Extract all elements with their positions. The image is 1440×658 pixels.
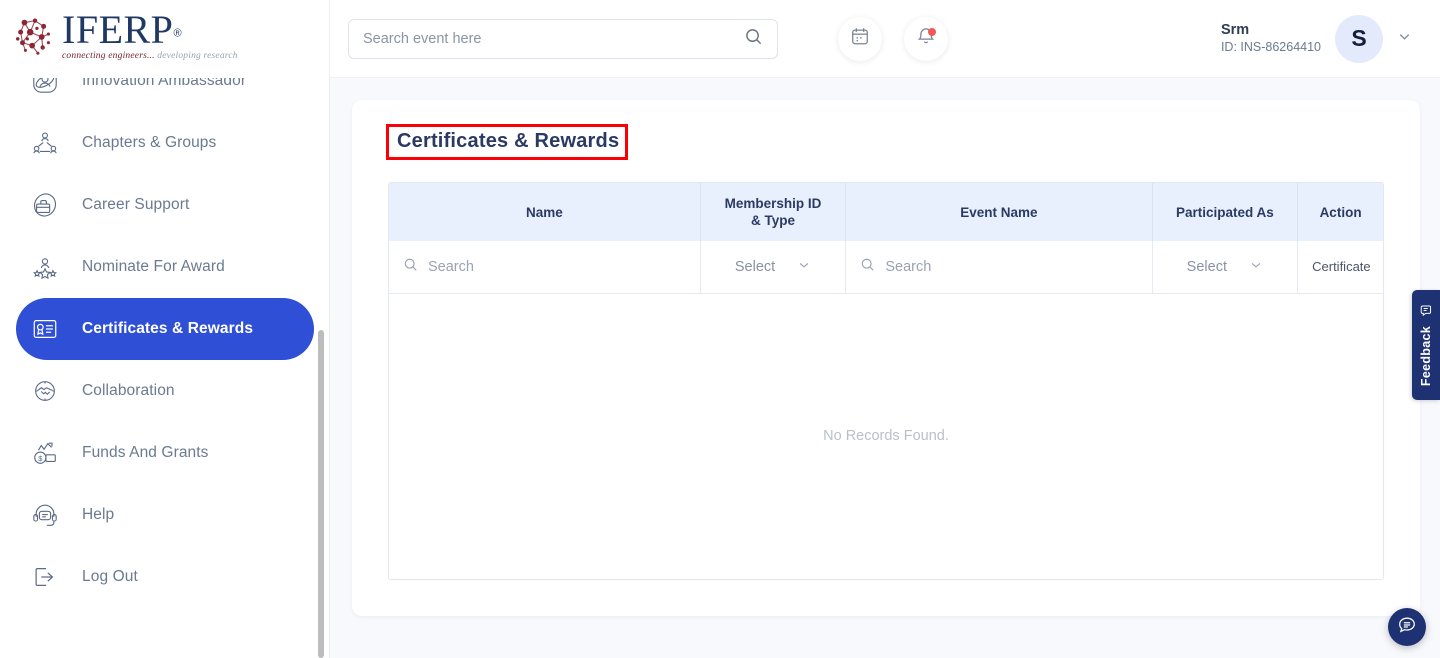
sidebar-item-label: Chapters & Groups (82, 134, 216, 152)
chapters-groups-icon (30, 128, 60, 158)
brand-tagline: connecting engineers... developing resea… (62, 51, 238, 61)
filter-cell-name[interactable]: Search (389, 241, 700, 293)
sidebar-item-chapters-groups[interactable]: Chapters & Groups (16, 112, 314, 174)
registered-mark: ® (173, 28, 181, 40)
handshake-icon (30, 376, 60, 406)
molecule-network-icon (12, 13, 58, 59)
membership-header-line2: & Type (751, 213, 795, 228)
certificates-card: Certificates & Rewards Name Members (352, 100, 1420, 616)
feedback-tab[interactable]: Feedback (1412, 290, 1440, 400)
sidebar-item-career-support[interactable]: Career Support (16, 174, 314, 236)
nominate-award-icon (30, 252, 60, 282)
event-search-placeholder: Search (885, 259, 931, 275)
main-area: Srm ID: INS-86264410 S Certificates & Re… (330, 0, 1440, 658)
calendar-icon (850, 26, 870, 51)
profile-menu[interactable]: Srm ID: INS-86264410 S (1221, 15, 1412, 63)
app-root: IFERP® connecting engineers... developin… (0, 0, 1440, 658)
sidebar-item-log-out[interactable]: Log Out (16, 546, 314, 608)
sidebar-scrollbar[interactable] (318, 330, 324, 658)
column-header-participated-as: Participated As (1152, 183, 1298, 241)
table-body: Search Select (389, 241, 1383, 579)
notifications-button[interactable] (904, 17, 948, 61)
content-area: Certificates & Rewards Name Members (330, 78, 1440, 616)
brand-name: IFERP (62, 7, 173, 52)
profile-id: ID: INS-86264410 (1221, 39, 1321, 56)
sidebar-item-label: Certificates & Rewards (82, 320, 253, 338)
page-title-highlight: Certificates & Rewards (386, 124, 628, 160)
table-header-row: Name Membership ID & Type Event Name Par… (389, 183, 1383, 241)
headset-help-icon (30, 500, 60, 530)
chevron-down-icon (797, 258, 811, 276)
membership-header-line1: Membership ID (725, 196, 822, 211)
feedback-note-icon (1420, 304, 1433, 320)
sidebar-item-label: Nominate For Award (82, 258, 225, 276)
profile-name: Srm (1221, 21, 1321, 39)
brand-logo[interactable]: IFERP® connecting engineers... developin… (0, 0, 330, 78)
table-head: Name Membership ID & Type Event Name Par… (389, 183, 1383, 241)
chevron-down-icon[interactable] (1397, 29, 1412, 48)
sidebar-item-help[interactable]: Help (16, 484, 314, 546)
table-filter-row: Search Select (389, 241, 1383, 293)
sidebar-item-funds-and-grants[interactable]: $ Funds And Grants (16, 422, 314, 484)
filter-cell-event[interactable]: Search (846, 241, 1152, 293)
sidebar-item-label: Funds And Grants (82, 444, 209, 462)
search-icon[interactable] (744, 27, 763, 51)
column-header-name: Name (389, 183, 700, 241)
chat-support-button[interactable] (1388, 608, 1426, 646)
chat-bubble-icon (1397, 615, 1417, 640)
calendar-button[interactable] (838, 17, 882, 61)
sidebar-nav-scroll-area[interactable]: Innovation Ambassador Chapters & Groups (0, 78, 330, 658)
svg-text:$: $ (38, 454, 43, 463)
name-search-placeholder: Search (428, 259, 474, 275)
sidebar: IFERP® connecting engineers... developin… (0, 0, 330, 658)
avatar[interactable]: S (1335, 15, 1383, 63)
filter-cell-membership[interactable]: Select (700, 241, 846, 293)
global-search[interactable] (348, 19, 778, 59)
sidebar-item-label: Career Support (82, 196, 189, 214)
sidebar-nav: Innovation Ambassador Chapters & Groups (0, 78, 330, 608)
search-input[interactable] (363, 31, 736, 47)
participated-select-value: Select (1187, 259, 1227, 275)
certificates-table-wrapper: Name Membership ID & Type Event Name Par… (388, 182, 1384, 580)
empty-state-message: No Records Found. (389, 293, 1383, 579)
sidebar-item-certificates-rewards[interactable]: Certificates & Rewards (16, 298, 314, 360)
search-icon (403, 257, 418, 276)
brand-tagline-italic: connecting engineers... (62, 51, 155, 61)
column-header-membership-id-type: Membership ID & Type (700, 183, 846, 241)
certificates-table: Name Membership ID & Type Event Name Par… (389, 183, 1383, 579)
innovation-ambassador-icon (30, 78, 60, 96)
logout-icon (30, 562, 60, 592)
sidebar-item-collaboration[interactable]: Collaboration (16, 360, 314, 422)
sidebar-item-label: Help (82, 506, 114, 524)
filter-cell-participated[interactable]: Select (1152, 241, 1298, 293)
topbar-icon-group (838, 17, 948, 61)
search-icon (860, 257, 875, 276)
chevron-down-icon (1249, 258, 1263, 276)
notification-badge (928, 28, 936, 36)
profile-info: Srm ID: INS-86264410 (1221, 21, 1321, 56)
sidebar-item-label: Log Out (82, 568, 138, 586)
brand-wordmark: IFERP® connecting engineers... developin… (62, 10, 238, 61)
column-header-event-name: Event Name (846, 183, 1152, 241)
funds-grants-icon: $ (30, 438, 60, 468)
sidebar-item-innovation-ambassador[interactable]: Innovation Ambassador (16, 78, 314, 112)
membership-select-value: Select (735, 259, 775, 275)
brand-tagline-plain: developing research (157, 51, 237, 61)
column-header-action: Action (1298, 183, 1383, 241)
feedback-label: Feedback (1419, 326, 1433, 386)
certificate-icon (30, 314, 60, 344)
sidebar-item-label: Innovation Ambassador (82, 78, 246, 90)
table-empty-row: No Records Found. (389, 293, 1383, 579)
sidebar-item-label: Collaboration (82, 382, 175, 400)
sidebar-item-nominate-for-award[interactable]: Nominate For Award (16, 236, 314, 298)
filter-cell-action[interactable]: Certificate (1298, 241, 1383, 293)
page-title: Certificates & Rewards (397, 130, 619, 152)
topbar: Srm ID: INS-86264410 S (330, 0, 1440, 78)
career-support-icon (30, 190, 60, 220)
